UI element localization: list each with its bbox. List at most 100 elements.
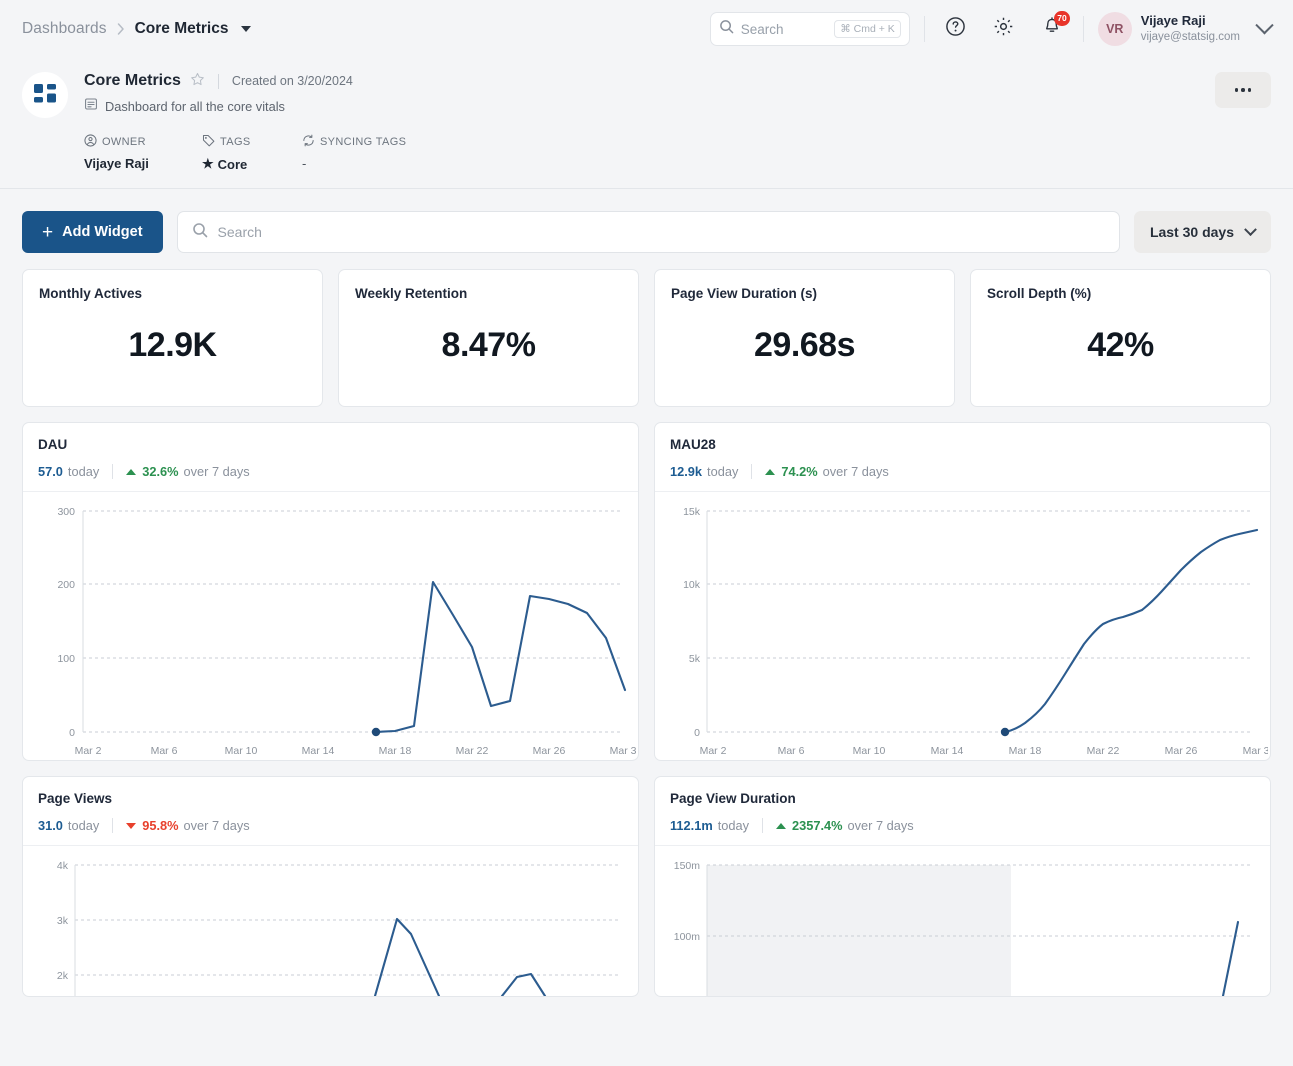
widget-mau28[interactable]: MAU28 12.9k today 74.2% over 7 days 15k … [654, 422, 1271, 761]
widget-page-views[interactable]: Page Views 31.0 today 95.8% over 7 days … [22, 776, 639, 997]
svg-text:Mar 10: Mar 10 [853, 745, 886, 757]
kpi-value: 12.9K [128, 326, 217, 364]
widget-header: Page View Duration 112.1m today 2357.4% … [655, 777, 1270, 845]
kpi-card-scroll-depth[interactable]: Scroll Depth (%) 42% [970, 269, 1271, 407]
widget-delta: 74.2% [781, 464, 818, 479]
kpi-title: Monthly Actives [39, 286, 143, 301]
user-email: vijaye@statsig.com [1140, 30, 1240, 43]
meta-owner-value: Vijaye Raji [84, 156, 149, 171]
header-divider [217, 73, 219, 89]
line-chart-svg: 150m 100m [674, 860, 1252, 996]
widget-summary: 112.1m today 2357.4% over 7 days [670, 818, 1255, 833]
add-widget-button[interactable]: + Add Widget [22, 211, 163, 253]
date-range-selector[interactable]: Last 30 days [1133, 211, 1271, 253]
top-navigation-bar: Dashboards Core Metrics Search ⌘ Cmd + K [0, 0, 1293, 58]
svg-text:4k: 4k [57, 860, 69, 872]
breadcrumb-dropdown-caret-icon[interactable] [241, 26, 252, 32]
line-chart-svg: 15k 10k 5k 0 Mar 2 Mar 6 Mar 10 Mar 14 M… [683, 506, 1268, 757]
dashboard-description-row: Dashboard for all the core vitals [84, 97, 1215, 116]
widget-today-value: 112.1m [670, 818, 713, 833]
dashboard-meta-row: OWNER Vijaye Raji TAGS ★ Core SYNCING TA… [84, 134, 1215, 172]
widget-today-value: 57.0 [38, 464, 63, 479]
meta-tags-label: TAGS [220, 136, 251, 148]
dashboard-icon [22, 72, 68, 118]
favorite-star-icon[interactable] [190, 72, 205, 90]
widget-header: DAU 57.0 today 32.6% over 7 days [23, 423, 638, 491]
meta-tags: TAGS ★ Core [202, 134, 302, 172]
kpi-title: Weekly Retention [355, 286, 468, 301]
notifications-button[interactable]: 70 [1035, 11, 1070, 46]
widget-dau[interactable]: DAU 57.0 today 32.6% over 7 days 300 200… [22, 422, 639, 761]
widget-header: Page Views 31.0 today 95.8% over 7 days [23, 777, 638, 845]
svg-text:200: 200 [57, 579, 75, 591]
widget-today-value: 12.9k [670, 464, 703, 479]
summary-divider [112, 464, 114, 479]
widget-title: DAU [38, 437, 68, 452]
svg-text:Mar 14: Mar 14 [302, 745, 335, 757]
search-icon [719, 19, 734, 39]
user-info[interactable]: Vijaye Raji vijaye@statsig.com [1141, 13, 1240, 45]
help-button[interactable] [939, 12, 973, 46]
svg-text:Mar 2: Mar 2 [75, 745, 102, 757]
chart-plot-page-views[interactable]: 4k 3k 2k [23, 845, 638, 996]
svg-text:Mar 22: Mar 22 [1087, 745, 1120, 757]
settings-button[interactable] [987, 12, 1021, 46]
plus-icon: + [42, 221, 54, 243]
chevron-down-icon [1244, 222, 1257, 236]
page-title: Core Metrics [84, 72, 181, 89]
breadcrumb-current-page[interactable]: Core Metrics [135, 20, 229, 38]
meta-owner: OWNER Vijaye Raji [84, 134, 202, 172]
avatar[interactable]: VR [1097, 12, 1132, 46]
widget-summary: 57.0 today 32.6% over 7 days [38, 464, 623, 479]
trend-up-icon [776, 822, 787, 829]
tag-icon [202, 134, 215, 150]
widget-delta-label: over 7 days [847, 818, 914, 833]
global-search-input[interactable]: Search ⌘ Cmd + K [709, 12, 910, 46]
svg-text:Mar 6: Mar 6 [151, 745, 178, 757]
tag-value-text: Core [217, 156, 248, 172]
widget-today-label: today [717, 818, 750, 833]
widget-header: MAU28 12.9k today 74.2% over 7 days [655, 423, 1270, 491]
kpi-card-monthly-actives[interactable]: Monthly Actives 12.9K [22, 269, 323, 407]
breadcrumb-separator-icon [117, 23, 125, 35]
kpi-title: Scroll Depth (%) [987, 286, 1092, 301]
breadcrumb-dashboards-link[interactable]: Dashboards [22, 20, 107, 38]
widget-delta-label: over 7 days [183, 818, 250, 833]
kpi-card-weekly-retention[interactable]: Weekly Retention 8.47% [338, 269, 639, 407]
chart-plot-dau[interactable]: 300 200 100 0 Mar 2 Mar 6 Mar 10 Mar 14 … [23, 491, 638, 760]
svg-text:2k: 2k [57, 970, 69, 982]
dashboard-title-row: Core Metrics Created on 3/20/2024 [84, 72, 1215, 90]
breadcrumb: Dashboards Core Metrics [22, 20, 252, 38]
kpi-value: 8.47% [441, 326, 536, 364]
more-dot-3 [1247, 88, 1252, 92]
svg-text:Mar 26: Mar 26 [533, 745, 566, 757]
trend-up-icon [126, 468, 137, 475]
meta-tags-value[interactable]: ★ Core [202, 156, 302, 172]
svg-text:Mar 18: Mar 18 [1009, 745, 1042, 757]
dashboard-more-options-button[interactable] [1215, 72, 1271, 108]
svg-text:3k: 3k [57, 915, 69, 927]
chart-plot-mau28[interactable]: 15k 10k 5k 0 Mar 2 Mar 6 Mar 10 Mar 14 M… [655, 491, 1270, 760]
kpi-title: Page View Duration (s) [671, 286, 818, 301]
kpi-value: 42% [1087, 326, 1154, 364]
user-menu-chevron-down-icon[interactable] [1255, 15, 1274, 34]
svg-text:100m: 100m [674, 931, 701, 943]
summary-divider [112, 818, 114, 833]
svg-text:10k: 10k [683, 579, 701, 591]
dashboard-toolbar: + Add Widget Search Last 30 days [0, 189, 1293, 269]
search-icon [192, 222, 208, 243]
kpi-card-page-view-duration[interactable]: Page View Duration (s) 29.68s [654, 269, 955, 407]
chart-plot-page-view-duration[interactable]: 150m 100m [655, 845, 1270, 996]
global-search-placeholder: Search [740, 21, 784, 37]
description-icon [84, 97, 98, 116]
svg-text:150m: 150m [674, 860, 701, 872]
widget-title: Page View Duration [670, 791, 796, 806]
nav-divider-2 [1082, 16, 1084, 42]
svg-text:15k: 15k [683, 506, 701, 518]
widget-search-input[interactable]: Search [176, 211, 1120, 253]
chart-row-1: DAU 57.0 today 32.6% over 7 days 300 200… [22, 422, 1271, 761]
svg-text:Mar 18: Mar 18 [379, 745, 412, 757]
svg-text:Mar 10: Mar 10 [225, 745, 258, 757]
widget-page-view-duration[interactable]: Page View Duration 112.1m today 2357.4% … [654, 776, 1271, 997]
widget-summary: 31.0 today 95.8% over 7 days [38, 818, 623, 833]
